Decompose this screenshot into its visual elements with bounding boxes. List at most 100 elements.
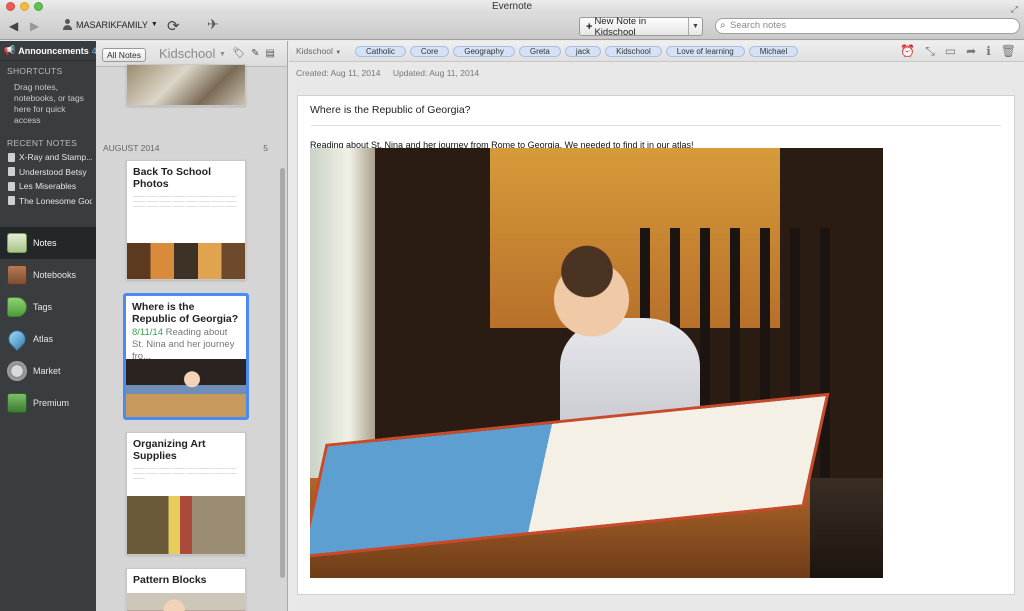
sidebar-item-label: Notebooks	[33, 270, 77, 280]
search-placeholder: Search notes	[730, 20, 786, 31]
tag-pill[interactable]: Kidschool	[605, 46, 662, 57]
account-name: MASARIKFAMILY	[76, 19, 148, 30]
announcements-label: Announcements	[18, 45, 89, 56]
reminder-icon[interactable]: ⏰	[900, 44, 915, 59]
sidebar-item-notes[interactable]: Notes	[0, 227, 96, 259]
note-meta: Created: Aug 11, 2014 Updated: Aug 11, 2…	[289, 62, 1024, 84]
zoom-window-button[interactable]	[34, 2, 43, 11]
trash-icon[interactable]: 🗑	[1001, 44, 1016, 59]
notebook-selector[interactable]: Kidschool ▼	[159, 46, 226, 61]
sidebar: 📢 Announcements 4 SHORTCUTS Drag notes, …	[0, 41, 97, 611]
sidebar-item-label: Premium	[33, 398, 70, 408]
note-card-date: 8/11/14	[132, 327, 163, 338]
note-title[interactable]: Where is the Republic of Georgia?	[298, 96, 1014, 125]
back-arrow-icon[interactable]: ◀	[9, 19, 18, 33]
share-icon[interactable]: ➦	[966, 44, 976, 59]
work-chat-icon[interactable]: ✈	[207, 16, 219, 33]
notebook-name: Kidschool	[159, 46, 216, 61]
note-body[interactable]: Where is the Republic of Georgia? Readin…	[297, 95, 1015, 595]
all-notes-button[interactable]: All Notes	[102, 48, 147, 62]
created-date: Created: Aug 11, 2014	[296, 68, 381, 78]
sidebar-item-label: Atlas	[33, 334, 54, 344]
note-card-title: Organizing Art Supplies	[133, 438, 206, 462]
sidebar-item-market[interactable]: Market	[0, 355, 96, 387]
recent-notes-header: RECENT NOTES	[7, 138, 78, 148]
note-card-title: Back To School Photos	[133, 166, 211, 190]
account-menu[interactable]: MASARIKFAMILY ▼	[62, 19, 158, 30]
shortcuts-hint: Drag notes, notebooks, or tags here for …	[14, 82, 84, 125]
new-note-button[interactable]: + New Note in Kidschool ▼	[579, 16, 703, 38]
note-card[interactable]: Pattern Blocks	[126, 568, 246, 611]
recent-note-item[interactable]: Understood Betsy	[4, 165, 92, 180]
recent-note-label: Les Miserables	[19, 181, 77, 192]
note-icon	[8, 152, 15, 162]
note-editor: Kidschool ▼ Catholic Core Geography Gret…	[289, 41, 1024, 611]
sidebar-item-label: Market	[33, 366, 61, 376]
note-list-tools: 🏷 ✎ ▤	[232, 48, 275, 59]
forward-arrow-icon[interactable]: ▶	[30, 19, 39, 33]
note-thumbnail	[127, 496, 245, 554]
tag-pill[interactable]: Love of learning	[665, 46, 745, 57]
recent-note-item[interactable]: The Lonesome Gods	[4, 194, 92, 209]
note-list-scroll[interactable]: AUGUST 2014 5 Back To School Photos ——— …	[96, 64, 287, 611]
announcements-item[interactable]: 📢 Announcements 4	[0, 41, 97, 61]
tag-pill[interactable]: Core	[409, 46, 450, 57]
note-card[interactable]: Organizing Art Supplies ——— ——— ——— ——— …	[126, 432, 246, 555]
view-options-icon[interactable]: ▤	[266, 48, 275, 59]
title-bar: Evernote ⤢	[0, 0, 1024, 14]
note-icon	[8, 196, 15, 206]
sidebar-item-label: Notes	[33, 238, 57, 248]
tag-pill[interactable]: Michael	[748, 46, 799, 57]
search-field[interactable]: ⌕ Search notes	[715, 18, 1020, 34]
note-list-scrollbar[interactable]	[280, 168, 285, 578]
expand-note-icon[interactable]: ⤡	[925, 44, 935, 59]
tag-pill[interactable]: Geography	[453, 46, 515, 57]
note-list: All Notes Kidschool ▼ 🏷 ✎ ▤ AUGUST 2014 …	[96, 41, 288, 611]
close-window-button[interactable]	[6, 2, 15, 11]
info-icon[interactable]: ℹ	[986, 44, 991, 59]
toolbar: ◀ ▶ MASARIKFAMILY ▼ ⟳ ✈ + New Note in Ki…	[0, 14, 1024, 40]
note-icon	[8, 167, 15, 177]
note-card[interactable]	[126, 64, 246, 106]
note-card-title: Pattern Blocks	[133, 574, 207, 586]
sidebar-item-tags[interactable]: Tags	[0, 291, 96, 323]
shortcuts-header: SHORTCUTS	[7, 66, 63, 76]
tags-icon	[7, 297, 27, 317]
note-text[interactable]: Reading about St. Nina and her journey f…	[298, 126, 1014, 150]
market-icon	[7, 361, 27, 381]
plus-icon: +	[586, 20, 593, 33]
chevron-down-icon: ▼	[150, 21, 158, 28]
note-card-selected[interactable]: Where is the Republic of Georgia? 8/11/1…	[123, 293, 249, 420]
sidebar-item-notebooks[interactable]: Notebooks	[0, 259, 96, 291]
recent-note-label: X-Ray and Stamp...	[19, 152, 92, 163]
note-tags: Catholic Core Geography Greta jack Kidsc…	[355, 46, 799, 57]
recent-note-label: Understood Betsy	[19, 166, 87, 177]
note-card[interactable]: Back To School Photos ——— ——— ——— ——— ——…	[126, 160, 246, 280]
search-icon: ⌕	[720, 20, 726, 31]
recent-note-label: The Lonesome Gods	[19, 195, 92, 206]
section-count: 5	[263, 143, 268, 153]
note-card-snippet-placeholder: ——— ——— ——— ——— ——— ——— ——— ——— ——— ——— …	[133, 465, 237, 480]
note-actions: ⏰ ⤡ ▭ ➦ ℹ 🗑	[900, 44, 1016, 59]
sidebar-item-atlas[interactable]: Atlas	[0, 323, 96, 355]
note-photo[interactable]	[310, 148, 883, 578]
tag-pill[interactable]: jack	[564, 46, 602, 57]
recent-note-item[interactable]: Les Miserables	[4, 179, 92, 194]
notebooks-icon	[7, 265, 27, 285]
presentation-icon[interactable]: ▭	[945, 44, 956, 59]
sidebar-item-premium[interactable]: Premium	[0, 387, 96, 419]
new-note-dropdown-icon[interactable]: ▼	[688, 18, 702, 35]
tag-pill[interactable]: Catholic	[355, 46, 406, 57]
section-label: AUGUST 2014	[103, 143, 160, 153]
sync-icon[interactable]: ⟳	[167, 17, 180, 35]
tag-filter-icon[interactable]: 🏷	[232, 48, 245, 59]
tag-pill[interactable]: Greta	[518, 46, 561, 57]
minimize-window-button[interactable]	[20, 2, 29, 11]
user-icon	[62, 19, 73, 30]
note-thumbnail	[127, 65, 245, 105]
share-notebook-icon[interactable]: ✎	[251, 48, 259, 59]
recent-note-item[interactable]: X-Ray and Stamp...	[4, 150, 92, 165]
note-notebook-selector[interactable]: Kidschool ▼	[296, 46, 341, 56]
chevron-down-icon: ▼	[219, 51, 226, 59]
note-tag-bar: Kidschool ▼ Catholic Core Geography Gret…	[289, 41, 1024, 62]
